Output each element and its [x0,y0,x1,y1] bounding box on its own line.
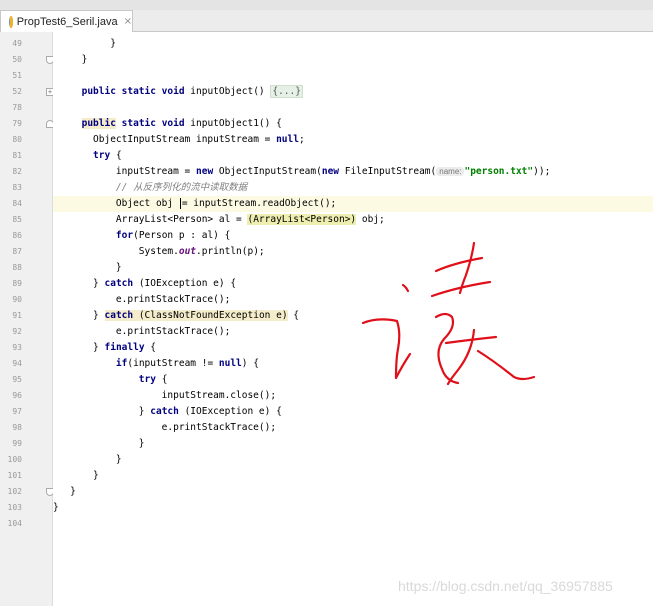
handwritten-annotation: 读 [361,241,536,386]
ink-stroke [361,318,412,380]
ink-stroke [476,349,536,381]
ink-stroke [434,256,484,273]
ink-stroke [446,328,476,386]
ink-stroke [401,283,410,293]
watermark-text: https://blog.csdn.net/qq_36957885 [398,578,613,594]
